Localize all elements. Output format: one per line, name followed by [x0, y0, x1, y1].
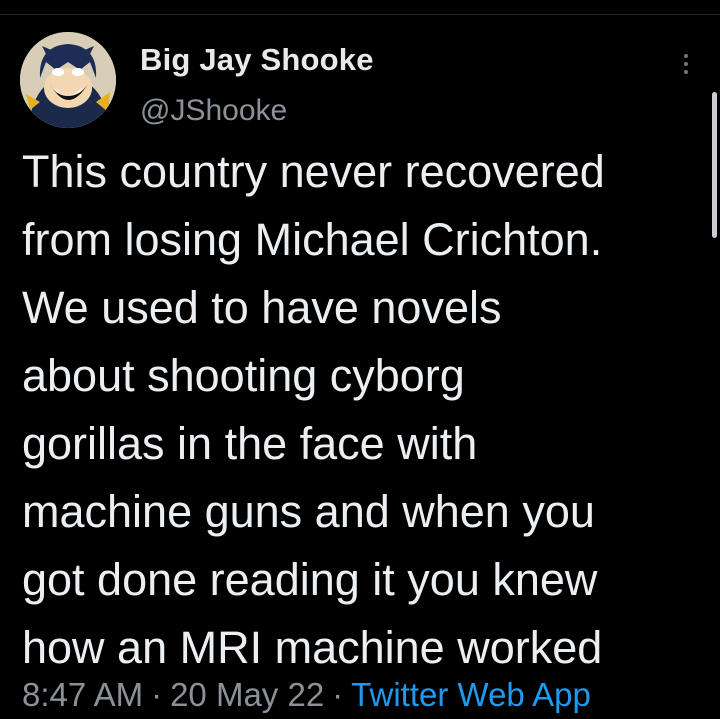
- tweet-text: This country never recovered from losing…: [22, 138, 712, 682]
- tweet-meta: 8:47 AM · 20 May 22 · Twitter Web App: [22, 676, 591, 714]
- tweet-text-line: how an MRI machine worked: [22, 622, 603, 673]
- top-divider: [0, 14, 720, 15]
- tweet-text-line: This country never recovered: [22, 146, 605, 197]
- tweet-text-line: from losing Michael Crichton.: [22, 214, 603, 265]
- tweet-date[interactable]: 20 May 22: [170, 676, 324, 713]
- tweet-text-line: gorillas in the face with: [22, 418, 478, 469]
- tweet-time[interactable]: 8:47 AM: [22, 676, 143, 713]
- tweet-source-link[interactable]: Twitter Web App: [351, 676, 591, 713]
- user-handle[interactable]: @JShooke: [140, 94, 287, 128]
- meta-separator: ·: [151, 676, 163, 713]
- tweet-text-line: got done reading it you knew: [22, 554, 598, 605]
- cartoon-hero-avatar-icon: [20, 32, 116, 128]
- tweet-text-line: machine guns and when you: [22, 486, 595, 537]
- more-vertical-icon: [684, 54, 688, 58]
- tweet-text-line: We used to have novels: [22, 282, 502, 333]
- more-vertical-icon-dot: [684, 62, 688, 66]
- avatar[interactable]: [20, 32, 116, 128]
- scrollbar[interactable]: [712, 92, 717, 238]
- tweet-text-line: about shooting cyborg: [22, 350, 465, 401]
- meta-separator: ·: [332, 676, 344, 713]
- more-vertical-icon-dot: [684, 70, 688, 74]
- display-name[interactable]: Big Jay Shooke: [140, 42, 374, 78]
- more-options-button[interactable]: [672, 46, 700, 82]
